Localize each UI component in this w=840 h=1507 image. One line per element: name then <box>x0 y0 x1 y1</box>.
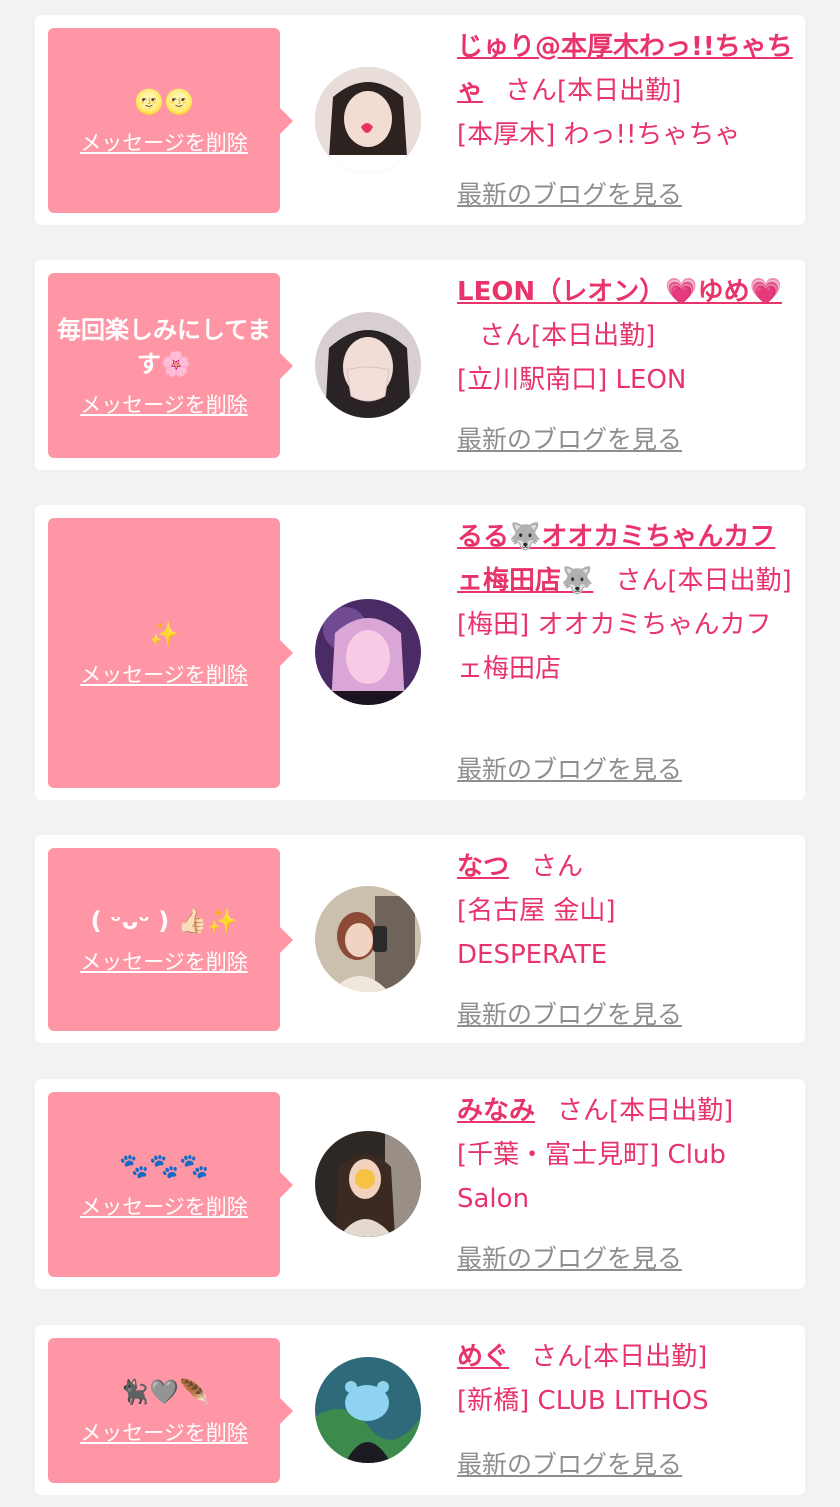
message-card: 🐾🐾🐾 メッセージを削除 みなみ さん[本日出勤] [千葉・富士見町] Club … <box>35 1079 805 1289</box>
message-text: 🌝🌝 <box>134 87 194 116</box>
cast-info: なつ さん [名古屋 金山] DESPERATE <box>457 845 795 977</box>
shop-label: [新橋] CLUB LITHOS <box>457 1386 709 1416</box>
avatar-photo <box>315 1357 421 1463</box>
san-suffix: さん <box>615 566 668 596</box>
san-suffix: さん <box>531 1342 584 1372</box>
message-text: 毎回楽しみにしてます🌸 <box>56 315 272 378</box>
shop-label: [本厚木] わっ!!ちゃちゃ <box>457 120 741 150</box>
avatar[interactable] <box>315 599 421 705</box>
avatar-photo <box>315 67 421 173</box>
message-bubble: 🐾🐾🐾 メッセージを削除 <box>48 1092 293 1277</box>
shop-label: [立川駅南口] LEON <box>457 365 687 395</box>
status-label: [本日出勤] <box>531 321 656 351</box>
latest-blog-link[interactable]: 最新のブログを見る <box>457 1445 682 1481</box>
message-card: ( ᵕᴗᵕ ) 👍🏻✨ メッセージを削除 なつ さん [名古屋 金山] DESPE… <box>35 835 805 1043</box>
delete-message-link[interactable]: メッセージを削除 <box>80 659 248 689</box>
delete-message-link[interactable]: メッセージを削除 <box>80 389 248 419</box>
message-text: 🐾🐾🐾 <box>119 1151 209 1180</box>
status-label: [本日出勤] <box>609 1096 734 1126</box>
san-suffix: さん <box>479 321 532 351</box>
avatar[interactable] <box>315 1357 421 1463</box>
latest-blog-link[interactable]: 最新のブログを見る <box>457 995 682 1031</box>
avatar[interactable] <box>315 886 421 992</box>
cast-name-link[interactable]: みなみ <box>457 1096 535 1126</box>
message-text: ✨ <box>149 620 179 648</box>
cast-name-link[interactable]: なつ <box>457 852 509 882</box>
san-suffix: さん <box>531 852 584 882</box>
message-bubble: ✨ メッセージを削除 <box>48 518 293 788</box>
message-text: 🐈‍⬛🩶🪶 <box>119 1377 209 1406</box>
avatar[interactable] <box>315 1131 421 1237</box>
avatar-photo <box>315 599 421 705</box>
delete-message-link[interactable]: メッセージを削除 <box>80 1191 248 1221</box>
message-bubble: 毎回楽しみにしてます🌸 メッセージを削除 <box>48 273 293 458</box>
san-suffix: さん <box>505 76 558 106</box>
message-card: 🌝🌝 メッセージを削除 じゅり@本厚木わっ!!ちゃちゃ さん[本日出勤] [本厚木… <box>35 15 805 225</box>
cast-info: みなみ さん[本日出勤] [千葉・富士見町] Club Salon <box>457 1089 795 1221</box>
cast-name-link[interactable]: めぐ <box>457 1342 509 1372</box>
avatar[interactable] <box>315 312 421 418</box>
latest-blog-link[interactable]: 最新のブログを見る <box>457 175 682 211</box>
delete-message-link[interactable]: メッセージを削除 <box>80 127 248 157</box>
status-label: [本日出勤] <box>557 76 682 106</box>
message-card: 毎回楽しみにしてます🌸 メッセージを削除 LEON（レオン）💗ゆめ💗 さん[本日出… <box>35 260 805 470</box>
delete-message-link[interactable]: メッセージを削除 <box>80 1417 248 1447</box>
delete-message-link[interactable]: メッセージを削除 <box>80 946 248 976</box>
cast-info: めぐ さん[本日出勤] [新橋] CLUB LITHOS <box>457 1335 795 1423</box>
status-label: [本日出勤] <box>583 1342 708 1372</box>
cast-name-link[interactable]: LEON（レオン）💗ゆめ💗 <box>457 277 782 307</box>
message-bubble: 🐈‍⬛🩶🪶 メッセージを削除 <box>48 1338 293 1483</box>
shop-label: [名古屋 金山] DESPERATE <box>457 896 616 970</box>
message-text: ( ᵕᴗᵕ ) 👍🏻✨ <box>90 906 238 935</box>
latest-blog-link[interactable]: 最新のブログを見る <box>457 1239 682 1275</box>
avatar[interactable] <box>315 67 421 173</box>
cast-info: LEON（レオン）💗ゆめ💗 さん[本日出勤] [立川駅南口] LEON <box>457 270 795 402</box>
message-bubble: ( ᵕᴗᵕ ) 👍🏻✨ メッセージを削除 <box>48 848 293 1031</box>
san-suffix: さん <box>557 1096 610 1126</box>
latest-blog-link[interactable]: 最新のブログを見る <box>457 750 682 786</box>
status-label: [本日出勤] <box>667 566 792 596</box>
cast-info: るる🐺オオカミちゃんカフェ梅田店🐺 さん[本日出勤] [梅田] オオカミちゃんカフ… <box>457 515 795 691</box>
avatar-photo <box>315 312 421 418</box>
cast-info: じゅり@本厚木わっ!!ちゃちゃ さん[本日出勤] [本厚木] わっ!!ちゃちゃ <box>457 25 795 157</box>
avatar-photo <box>315 886 421 992</box>
message-card: ✨ メッセージを削除 るる🐺オオカミちゃんカフェ梅田店🐺 さん[本日出勤] [梅田… <box>35 505 805 800</box>
shop-label: [千葉・富士見町] Club Salon <box>457 1140 726 1214</box>
latest-blog-link[interactable]: 最新のブログを見る <box>457 420 682 456</box>
message-card: 🐈‍⬛🩶🪶 メッセージを削除 めぐ さん[本日出勤] [新橋] CLUB LITH… <box>35 1325 805 1495</box>
avatar-photo <box>315 1131 421 1237</box>
message-bubble: 🌝🌝 メッセージを削除 <box>48 28 293 213</box>
shop-label: [梅田] オオカミちゃんカフェ梅田店 <box>457 610 772 684</box>
